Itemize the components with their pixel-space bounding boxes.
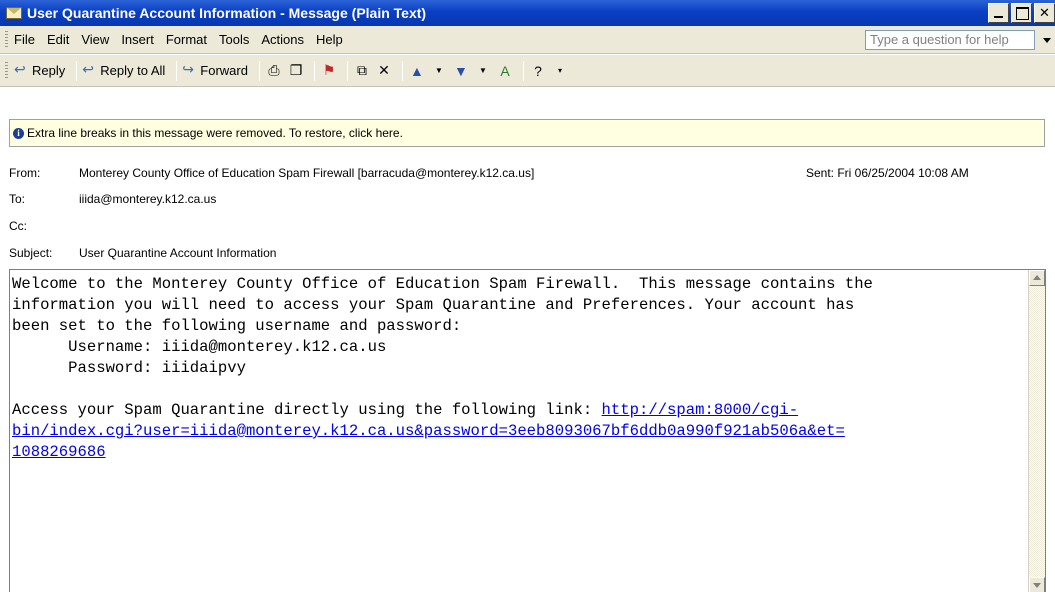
menu-file[interactable]: File (14, 32, 35, 47)
menu-tools[interactable]: Tools (219, 32, 249, 47)
subject-label: Subject: (9, 246, 53, 260)
scroll-up-button[interactable] (1029, 270, 1045, 286)
menu-format[interactable]: Format (166, 32, 207, 47)
menu-insert[interactable]: Insert (121, 32, 154, 47)
toolbar: Reply Reply to All Forward ⎙ ❐ ⚑ ⧉ ✕ ▲ ▼… (0, 55, 1055, 87)
help-search-input[interactable]: Type a question for help (865, 30, 1035, 50)
menu-bar: File Edit View Insert Format Tools Actio… (0, 26, 1055, 54)
toolbar-separator (401, 60, 403, 81)
from-value[interactable]: Monterey County Office of Education Spam… (79, 166, 534, 180)
reply-all-icon (82, 61, 98, 78)
quarantine-link[interactable]: bin/index.cgi?user=iiida@monterey.k12.ca… (12, 422, 845, 440)
reply-all-button[interactable]: Reply to All (82, 60, 165, 82)
scroll-down-button[interactable] (1029, 577, 1045, 592)
to-label: To: (9, 192, 26, 206)
toolbar-grip[interactable] (5, 30, 8, 49)
reply-label: Reply (32, 63, 66, 78)
forward-icon (182, 61, 198, 78)
previous-dropdown-icon[interactable]: ▼ (430, 62, 448, 80)
envelope-icon (6, 7, 22, 19)
toolbar-options-icon[interactable]: ▾ (551, 62, 569, 80)
move-to-folder-icon[interactable]: ⧉ (353, 62, 371, 80)
toolbar-separator (76, 60, 78, 81)
subject-value: User Quarantine Account Information (79, 246, 277, 260)
delete-icon[interactable]: ✕ (375, 62, 393, 80)
maximize-button[interactable] (1011, 3, 1032, 23)
cc-label: Cc: (9, 219, 27, 233)
reply-icon (14, 61, 30, 78)
next-item-icon[interactable]: ▼ (452, 62, 470, 80)
sent-date: Sent: Fri 06/25/2004 10:08 AM (806, 166, 969, 180)
address-book-icon[interactable]: A (496, 62, 514, 80)
flag-icon[interactable]: ⚑ (320, 62, 338, 80)
vertical-scrollbar[interactable] (1028, 270, 1045, 592)
print-icon[interactable]: ⎙ (265, 62, 283, 80)
next-dropdown-icon[interactable]: ▼ (474, 62, 492, 80)
forward-label: Forward (200, 63, 248, 78)
copy-icon[interactable]: ❐ (287, 62, 305, 80)
message-line: information you will need to access your… (12, 296, 855, 314)
info-bar-text: Extra line breaks in this message were r… (27, 126, 403, 140)
message-body[interactable]: Welcome to the Monterey County Office of… (9, 269, 1046, 592)
reply-all-label: Reply to All (100, 63, 166, 78)
reply-button[interactable]: Reply (14, 60, 65, 82)
toolbar-separator (346, 60, 348, 81)
toolbar-separator (313, 60, 315, 81)
toolbar-separator (176, 60, 178, 81)
password-line: Password: iiidaipvy (12, 359, 246, 377)
forward-button[interactable]: Forward (182, 60, 248, 82)
info-icon: i (13, 127, 24, 139)
menu-help[interactable]: Help (316, 32, 343, 47)
toolbar-grip-2[interactable] (5, 61, 8, 80)
quarantine-link[interactable]: 1088269686 (12, 443, 106, 461)
title-bar: User Quarantine Account Information - Me… (0, 0, 1055, 26)
from-label: From: (9, 166, 41, 180)
info-bar[interactable]: i Extra line breaks in this message were… (9, 119, 1045, 147)
toolbar-separator (258, 60, 260, 81)
menu-edit[interactable]: Edit (47, 32, 69, 47)
username-line: Username: iiida@monterey.k12.ca.us (12, 338, 387, 356)
toolbar-separator (522, 60, 524, 81)
menu-view[interactable]: View (81, 32, 109, 47)
previous-item-icon[interactable]: ▲ (408, 62, 426, 80)
message-line: Access your Spam Quarantine directly usi… (12, 401, 602, 419)
window-controls: ✕ (986, 3, 1055, 23)
to-value[interactable]: iiida@monterey.k12.ca.us (79, 192, 216, 206)
help-dropdown-icon[interactable] (1043, 38, 1051, 43)
close-button[interactable]: ✕ (1034, 3, 1055, 23)
help-icon[interactable]: ? (529, 62, 547, 80)
message-line: been set to the following username and p… (12, 317, 462, 335)
minimize-button[interactable] (988, 3, 1009, 23)
message-line: Welcome to the Monterey County Office of… (12, 275, 873, 293)
menu-actions[interactable]: Actions (261, 32, 304, 47)
message-text: Welcome to the Monterey County Office of… (12, 274, 1028, 463)
quarantine-link[interactable]: http://spam:8000/cgi- (602, 401, 799, 419)
window-title: User Quarantine Account Information - Me… (27, 5, 427, 21)
